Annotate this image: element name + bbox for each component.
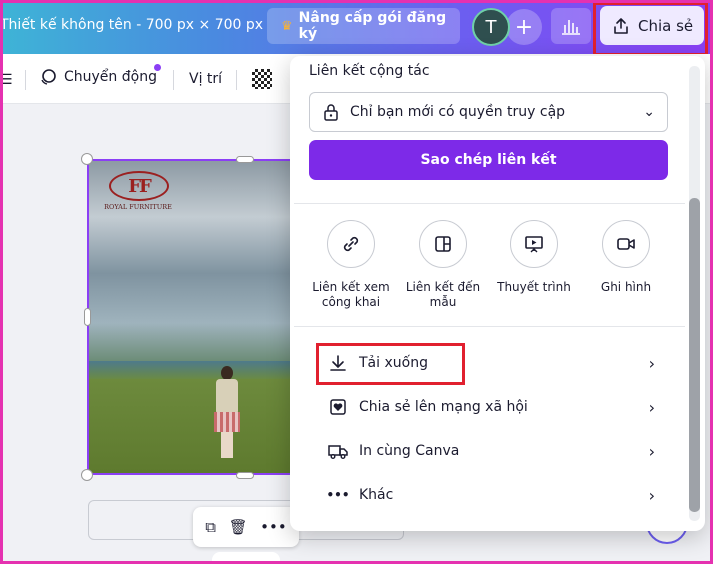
- option-label: Liên kết đến mẫu: [405, 280, 481, 309]
- chevron-right-icon: ›: [648, 485, 655, 505]
- menu-lines-icon[interactable]: ☰: [0, 72, 13, 88]
- access-value: Chỉ bạn mới có quyền truy cập: [350, 104, 566, 120]
- share-label: Chia sẻ: [638, 16, 694, 35]
- logo-mark: FF: [109, 171, 169, 201]
- chevron-right-icon: ›: [648, 397, 655, 417]
- new-badge-dot: [154, 64, 161, 71]
- row-label: Chia sẻ lên mạng xã hội: [359, 399, 528, 415]
- position-button[interactable]: Vị trí: [189, 71, 222, 87]
- scroll-up-pill[interactable]: [212, 552, 280, 564]
- present-icon: [510, 220, 558, 268]
- logo-text: ROYAL FURNITURE: [104, 203, 172, 211]
- heart-icon: [327, 396, 349, 418]
- chevron-right-icon: ›: [648, 441, 655, 461]
- trash-icon[interactable]: 🗑: [229, 518, 248, 536]
- option-label: Liên kết xem công khai: [312, 280, 390, 309]
- resize-handle-top-left[interactable]: [81, 153, 93, 165]
- brand-logo: FF ROYAL FURNITURE: [93, 171, 183, 215]
- resize-handle-top[interactable]: [236, 156, 254, 163]
- motion-button[interactable]: Chuyển động: [38, 67, 157, 87]
- avatar[interactable]: T: [472, 8, 510, 46]
- more-options-icon[interactable]: •••: [260, 518, 287, 536]
- transparency-icon[interactable]: [252, 69, 272, 89]
- image-horizon: [89, 361, 300, 379]
- resize-handle-bottom[interactable]: [236, 472, 254, 479]
- upgrade-button[interactable]: ♛ Nâng cấp gói đăng ký: [267, 8, 460, 44]
- upgrade-label: Nâng cấp gói đăng ký: [298, 10, 447, 42]
- toolbar-divider: [236, 70, 237, 90]
- social-share-row[interactable]: Chia sẻ lên mạng xã hội ›: [315, 387, 655, 427]
- toolbar-divider: [173, 70, 174, 90]
- panel-title: Liên kết cộng tác: [309, 63, 430, 79]
- context-toolbar: ⧉ 🗑 •••: [193, 507, 299, 547]
- add-collaborator-button[interactable]: +: [506, 9, 542, 45]
- scrollbar-thumb[interactable]: [689, 198, 700, 512]
- access-dropdown[interactable]: Chỉ bạn mới có quyền truy cập ⌄: [309, 92, 668, 132]
- share-button[interactable]: Chia sẻ: [600, 6, 704, 45]
- option-label: Thuyết trình: [497, 280, 571, 294]
- share-upload-icon: [614, 17, 628, 34]
- motion-label: Chuyển động: [64, 69, 157, 85]
- toolbar-divider: [25, 70, 26, 90]
- crown-icon: ♛: [281, 18, 293, 34]
- motion-icon: [41, 69, 56, 85]
- chevron-right-icon: ›: [648, 353, 655, 373]
- duplicate-icon[interactable]: ⧉: [205, 518, 216, 536]
- person-figure: [213, 366, 241, 461]
- more-icon: •••: [326, 488, 350, 502]
- document-title[interactable]: Thiết kế không tên - 700 px × 700 px: [0, 17, 263, 33]
- print-row[interactable]: In cùng Canva ›: [315, 431, 655, 471]
- option-public-view-link[interactable]: Liên kết xem công khai: [310, 220, 392, 310]
- bar-chart-icon: [562, 20, 580, 35]
- option-template-link[interactable]: Liên kết đến mẫu: [402, 220, 484, 310]
- link-icon: [327, 220, 375, 268]
- plus-icon: +: [514, 14, 534, 40]
- top-bar: Thiết kế không tên - 700 px × 700 px ♛ N…: [0, 0, 713, 56]
- share-panel: Liên kết cộng tác Chỉ bạn mới có quyền t…: [290, 56, 705, 531]
- divider: [294, 326, 685, 327]
- insights-button[interactable]: [551, 8, 591, 44]
- option-label: Ghi hình: [600, 280, 652, 294]
- canvas-image[interactable]: FF ROYAL FURNITURE: [87, 159, 302, 475]
- divider: [294, 203, 685, 204]
- option-present[interactable]: Thuyết trình: [493, 220, 575, 295]
- download-highlight: [316, 343, 465, 385]
- avatar-letter: T: [485, 16, 497, 38]
- resize-handle-left[interactable]: [84, 308, 91, 326]
- option-record[interactable]: Ghi hình: [585, 220, 667, 295]
- more-row[interactable]: ••• Khác ›: [315, 475, 656, 515]
- camera-icon: [602, 220, 650, 268]
- template-icon: [419, 220, 467, 268]
- chevron-down-icon: ⌄: [643, 104, 655, 120]
- truck-icon: [327, 440, 349, 462]
- copy-link-button[interactable]: Sao chép liên kết: [309, 140, 668, 180]
- resize-handle-bottom-left[interactable]: [81, 469, 93, 481]
- row-label: In cùng Canva: [359, 443, 460, 459]
- row-label: Khác: [359, 487, 394, 503]
- lock-icon: [324, 104, 338, 121]
